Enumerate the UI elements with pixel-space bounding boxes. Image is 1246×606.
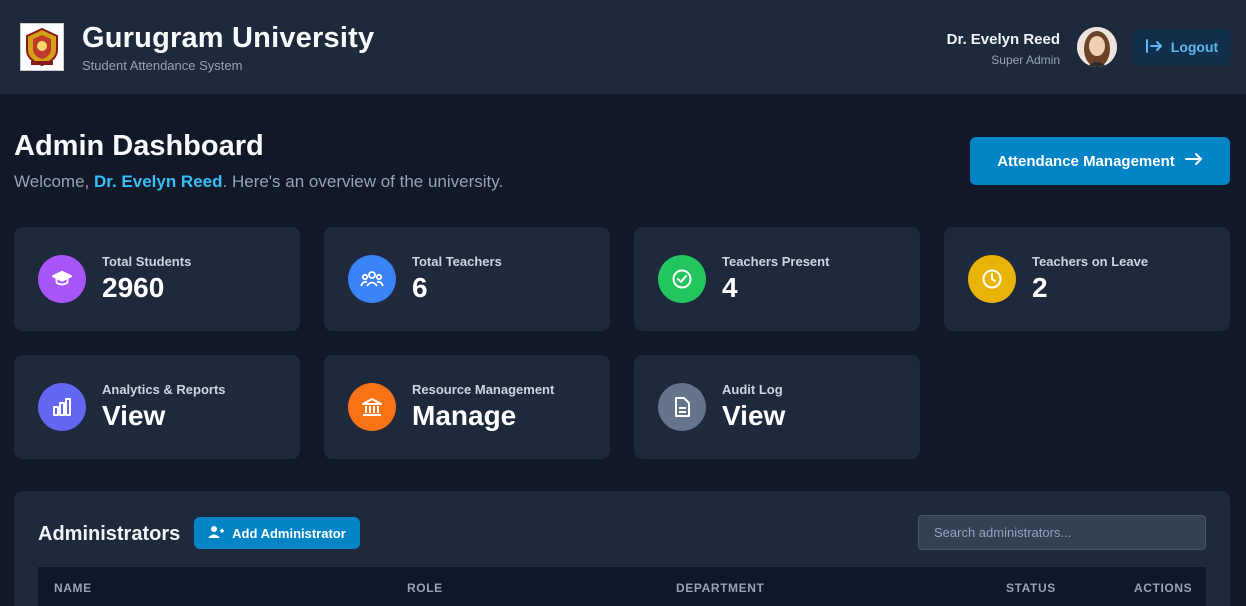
column-header-department[interactable]: DEPARTMENT — [676, 581, 764, 595]
stat-value: 6 — [412, 272, 428, 303]
stat-label: Teachers on Leave — [1032, 254, 1149, 269]
add-administrator-button[interactable]: Add Administrator — [194, 517, 360, 549]
document-icon — [658, 383, 706, 431]
stat-label: Total Students — [102, 254, 192, 269]
logout-button[interactable]: Logout — [1133, 29, 1230, 65]
card-label: Resource Management — [412, 382, 555, 397]
university-logo — [20, 23, 64, 71]
welcome-message: Welcome, Dr. Evelyn Reed. Here's an over… — [14, 172, 503, 192]
stat-label: Teachers Present — [722, 254, 830, 269]
stat-card-total-students: Total Students 2960 — [14, 227, 300, 331]
welcome-suffix: . Here's an overview of the university. — [222, 172, 504, 191]
column-header-role[interactable]: ROLE — [407, 581, 443, 595]
logout-label: Logout — [1170, 39, 1219, 55]
administrators-panel: Administrators Add Administrator NAME RO… — [14, 491, 1230, 606]
audit-log-card[interactable]: Audit Log View — [634, 355, 920, 459]
stat-value: 2 — [1032, 272, 1048, 303]
analytics-reports-card[interactable]: Analytics & Reports View — [14, 355, 300, 459]
building-icon — [348, 383, 396, 431]
stat-card-teachers-on-leave: Teachers on Leave 2 — [944, 227, 1230, 331]
card-action: View — [102, 400, 166, 431]
stat-value: 4 — [722, 272, 738, 303]
card-action: View — [722, 400, 786, 431]
clock-icon — [968, 255, 1016, 303]
stat-card-teachers-present: Teachers Present 4 — [634, 227, 920, 331]
administrators-table-header: NAME ROLE DEPARTMENT STATUS ACTIONS — [38, 567, 1206, 606]
logout-icon — [1145, 38, 1163, 57]
card-action: Manage — [412, 400, 517, 431]
users-icon — [348, 255, 396, 303]
resource-management-card[interactable]: Resource Management Manage — [324, 355, 610, 459]
administrators-title: Administrators — [38, 523, 181, 545]
column-header-actions: ACTIONS — [1134, 581, 1193, 595]
column-header-status[interactable]: STATUS — [1006, 581, 1056, 595]
stat-card-total-teachers: Total Teachers 6 — [324, 227, 610, 331]
avatar[interactable] — [1077, 27, 1117, 67]
column-header-name[interactable]: NAME — [54, 581, 92, 595]
add-administrator-label: Add Administrator — [232, 525, 346, 541]
page-title: Admin Dashboard — [14, 130, 264, 162]
stat-label: Total Teachers — [412, 254, 502, 269]
welcome-user-name: Dr. Evelyn Reed — [94, 172, 223, 191]
app-title: Gurugram University — [82, 22, 375, 54]
search-administrators-input[interactable] — [918, 515, 1206, 550]
stat-value: 2960 — [102, 272, 165, 303]
card-label: Analytics & Reports — [102, 382, 226, 397]
attendance-management-button[interactable]: Attendance Management — [970, 137, 1230, 185]
user-plus-icon — [208, 525, 225, 542]
app-subtitle: Student Attendance System — [82, 58, 243, 73]
user-name: Dr. Evelyn Reed — [946, 31, 1060, 48]
welcome-prefix: Welcome, — [14, 172, 94, 191]
user-role: Super Admin — [991, 53, 1060, 67]
graduation-cap-icon — [38, 255, 86, 303]
check-circle-icon — [658, 255, 706, 303]
app-header: Gurugram University Student Attendance S… — [0, 0, 1246, 95]
attendance-management-label: Attendance Management — [997, 152, 1175, 170]
card-label: Audit Log — [722, 382, 783, 397]
bar-chart-icon — [38, 383, 86, 431]
arrow-right-icon — [1184, 152, 1203, 170]
